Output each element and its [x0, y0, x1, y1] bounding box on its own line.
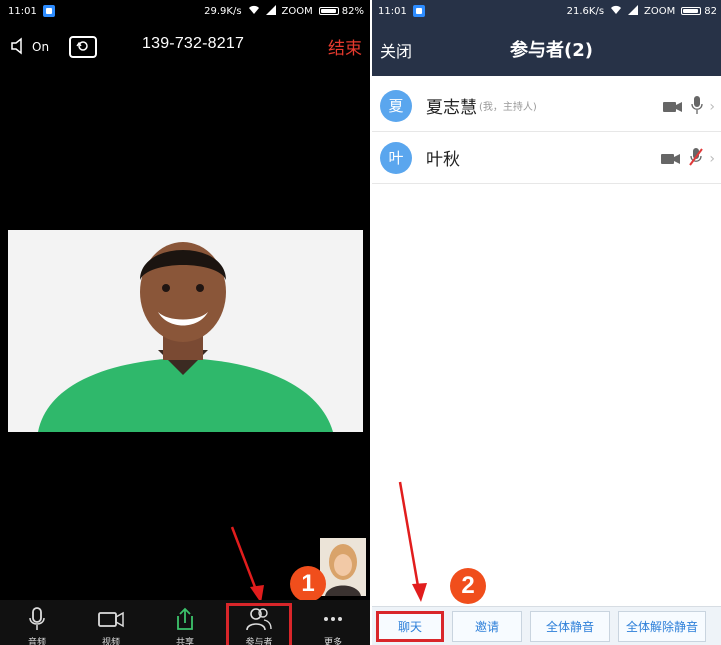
video-button[interactable]: 视频	[81, 606, 141, 645]
meeting-bottom-bar: 音频 视频 共享 参与者 更多	[0, 600, 370, 645]
avatar: 叶	[380, 141, 412, 174]
speaker-toggle[interactable]: On	[10, 36, 50, 58]
muted-microphone-icon	[689, 148, 704, 170]
camera-switch-icon	[74, 38, 92, 57]
meeting-toolbar: On 139-732-8217 结束	[0, 26, 370, 68]
status-time: 11:01	[8, 5, 37, 17]
self-view-thumbnail[interactable]	[320, 538, 366, 596]
meeting-screen: 11:01 29.9K/s ZOOM 82% On 139-732-8217 结…	[0, 0, 370, 645]
speaker-state: On	[32, 40, 50, 54]
participant-name: 夏志慧	[426, 98, 477, 118]
mute-all-button[interactable]: 全体静音	[530, 610, 610, 642]
participants-header: 关闭 参与者(2)	[372, 22, 721, 76]
participants-button[interactable]: 参与者	[226, 603, 292, 645]
battery-icon: 82	[681, 6, 717, 17]
chat-button[interactable]: 聊天	[376, 610, 444, 642]
annotation-arrow-1	[230, 526, 264, 603]
audio-label: 音频	[27, 638, 46, 645]
participant-status: ›	[661, 148, 715, 170]
signal-icon	[628, 4, 639, 18]
switch-camera-button[interactable]	[69, 36, 98, 58]
status-bar: 11:01 29.9K/s ZOOM 82%	[0, 0, 370, 22]
participant-name: 叶秋	[426, 150, 460, 170]
microphone-icon	[22, 606, 52, 635]
meeting-id: 139-732-8217	[142, 35, 245, 52]
end-meeting-button[interactable]: 结束	[328, 34, 362, 59]
wifi-icon	[248, 5, 260, 18]
signal-icon	[265, 4, 276, 18]
network-speed: 29.9K/s	[204, 5, 242, 17]
app-notification-icon	[412, 5, 425, 17]
page-title: 参与者(2)	[510, 40, 593, 61]
video-camera-icon	[661, 150, 683, 169]
participant-row[interactable]: 夏 夏志慧 (我，主持人) ›	[372, 80, 721, 132]
participant-list: 夏 夏志慧 (我，主持人) › 叶 叶秋 ›	[372, 80, 721, 184]
participants-screen: 11:01 21.6K/s ZOOM 82 关闭 参与者(2) 夏 夏志慧 (我…	[372, 0, 721, 645]
invite-button[interactable]: 邀请	[452, 610, 522, 642]
status-time: 11:01	[378, 5, 407, 17]
video-camera-icon	[663, 98, 685, 117]
more-icon	[318, 606, 348, 635]
carrier-label: ZOOM	[644, 5, 676, 17]
audio-button[interactable]: 音频	[7, 606, 67, 645]
close-button[interactable]: 关闭	[380, 38, 412, 62]
participant-row[interactable]: 叶 叶秋 ›	[372, 132, 721, 184]
video-camera-icon	[96, 606, 126, 635]
speaker-icon	[10, 36, 28, 58]
status-bar: 11:01 21.6K/s ZOOM 82	[372, 0, 721, 22]
more-button[interactable]: 更多	[303, 606, 363, 645]
chevron-right-icon: ›	[709, 99, 715, 115]
unmute-all-button[interactable]: 全体解除静音	[618, 610, 706, 642]
participant-role: (我，主持人)	[479, 102, 537, 113]
participants-icon	[244, 606, 274, 635]
annotation-arrow-2	[398, 481, 427, 602]
app-notification-icon	[42, 5, 55, 17]
participants-label: 参与者	[245, 638, 273, 645]
chevron-right-icon: ›	[709, 151, 715, 167]
participants-bottom-bar: 聊天 邀请 全体静音 全体解除静音	[372, 606, 721, 645]
wifi-icon	[610, 5, 622, 18]
battery-percent: 82	[704, 5, 717, 17]
share-label: 共享	[175, 638, 194, 645]
step-badge-2: 2	[450, 568, 486, 604]
active-speaker-video	[8, 230, 363, 432]
video-label: 视频	[101, 638, 120, 645]
more-label: 更多	[323, 638, 342, 645]
battery-percent: 82%	[341, 5, 364, 17]
battery-icon: 82%	[318, 5, 364, 17]
share-upload-icon	[170, 606, 200, 635]
step-badge-1: 1	[290, 566, 326, 602]
avatar: 夏	[380, 89, 412, 122]
carrier-label: ZOOM	[281, 5, 313, 17]
share-button[interactable]: 共享	[155, 606, 215, 645]
participant-status: ›	[663, 96, 715, 118]
network-speed: 21.6K/s	[566, 5, 605, 17]
microphone-icon	[691, 96, 704, 118]
